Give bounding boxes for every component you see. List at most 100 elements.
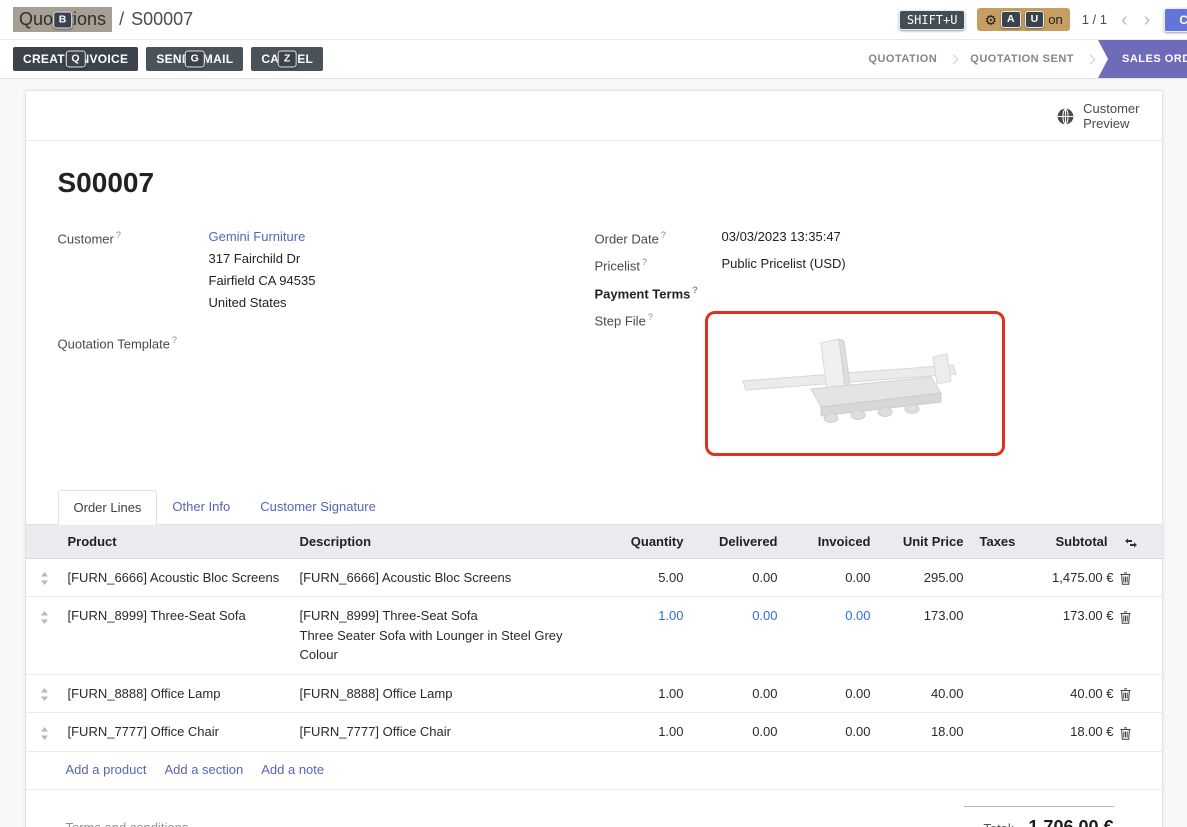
cell-unit-price[interactable]: 18.00 <box>879 713 972 752</box>
cell-description[interactable]: [FURN_6666] Acoustic Bloc Screens <box>292 558 592 597</box>
help-icon: ? <box>116 230 121 240</box>
cell-taxes[interactable] <box>972 674 1016 713</box>
customer-address: 317 Fairchild Dr Fairfield CA 94535 Unit… <box>209 251 593 310</box>
quotation-template-value[interactable] <box>209 334 593 351</box>
customer-preview-button[interactable]: Customer Preview <box>1057 101 1139 131</box>
order-date-value[interactable]: 03/03/2023 13:35:47 <box>722 229 1130 246</box>
cell-quantity[interactable]: 1.00 <box>592 713 692 752</box>
kbd-hint-q: Q <box>65 50 85 67</box>
column-unit-price: Unit Price <box>879 525 972 559</box>
action-menu-button[interactable]: ⚙ A U on <box>977 8 1069 31</box>
column-quantity: Quantity <box>592 525 692 559</box>
drag-handle[interactable] <box>26 558 60 597</box>
cell-description[interactable]: [FURN_8999] Three-Seat Sofa Three Seater… <box>292 597 592 675</box>
kbd-hint-g: G <box>185 50 205 67</box>
help-icon: ? <box>172 335 177 345</box>
cell-delivered[interactable]: 0.00 <box>692 674 786 713</box>
step-file-preview[interactable] <box>705 311 1005 456</box>
step-file-label: Step File? <box>595 311 722 456</box>
cell-product[interactable]: [FURN_8888] Office Lamp <box>60 674 292 713</box>
payment-terms-label: Payment Terms? <box>595 284 722 301</box>
control-button-bar: CREATE INVOICE Q SEND EMAIL G CANCEL Z Q… <box>0 40 1187 79</box>
help-icon: ? <box>642 257 647 267</box>
cell-quantity[interactable]: 5.00 <box>592 558 692 597</box>
add-product-link[interactable]: Add a product <box>66 762 147 777</box>
sheet-header: Customer Preview <box>26 91 1162 141</box>
cell-delivered[interactable]: 0.00 <box>692 558 786 597</box>
cell-description[interactable]: [FURN_7777] Office Chair <box>292 713 592 752</box>
cell-delivered[interactable]: 0.00 <box>692 597 786 675</box>
column-description: Description <box>292 525 592 559</box>
customer-preview-label: Customer Preview <box>1083 101 1139 131</box>
notebook-tabs: Order Lines Other Info Customer Signatur… <box>26 490 1162 525</box>
create-invoice-button[interactable]: CREATE INVOICE Q <box>13 47 138 71</box>
tab-order-lines[interactable]: Order Lines <box>58 490 158 525</box>
cell-quantity[interactable]: 1.00 <box>592 597 692 675</box>
stage-quotation-sent[interactable]: QUOTATION SENT <box>957 53 1087 65</box>
drag-handle[interactable] <box>26 674 60 713</box>
cell-invoiced[interactable]: 0.00 <box>786 713 879 752</box>
cell-invoiced[interactable]: 0.00 <box>786 597 879 675</box>
top-bar: Quotations B / S00007 SHIFT+U ⚙ A U on 1… <box>0 0 1187 40</box>
cell-taxes[interactable] <box>972 597 1016 675</box>
cancel-button[interactable]: CANCEL Z <box>251 47 323 71</box>
cell-taxes[interactable] <box>972 713 1016 752</box>
drag-handle[interactable] <box>26 713 60 752</box>
tab-customer-signature[interactable]: Customer Signature <box>245 490 391 524</box>
column-product: Product <box>60 525 292 559</box>
breadcrumb: Quotations B / S00007 <box>13 7 193 32</box>
delete-line-button[interactable] <box>1116 713 1164 752</box>
gear-icon: ⚙ <box>984 13 997 27</box>
drag-handle[interactable] <box>26 597 60 675</box>
field-grid: Customer? Gemini Furniture 317 Fairchild… <box>58 229 1130 456</box>
stage-quotation[interactable]: QUOTATION <box>855 53 950 65</box>
add-section-link[interactable]: Add a section <box>164 762 243 777</box>
cell-taxes[interactable] <box>972 558 1016 597</box>
adjust-columns-icon[interactable] <box>1124 538 1138 548</box>
pricelist-value[interactable]: Public Pricelist (USD) <box>722 256 1130 273</box>
status-bar: QUOTATION QUOTATION SENT SALES ORDER <box>855 40 1187 78</box>
order-lines-table: Product Description Quantity Delivered I… <box>26 525 1164 752</box>
breadcrumb-quotations[interactable]: Quotations B <box>13 7 112 32</box>
cell-invoiced[interactable]: 0.00 <box>786 674 879 713</box>
payment-terms-value[interactable] <box>722 284 1130 301</box>
sheet-body: S00007 Customer? Gemini Furniture 317 Fa… <box>26 141 1162 827</box>
cell-delivered[interactable]: 0.00 <box>692 713 786 752</box>
drag-handle-icon <box>40 572 49 585</box>
quotation-template-label: Quotation Template? <box>58 334 209 351</box>
cell-invoiced[interactable]: 0.00 <box>786 558 879 597</box>
cell-unit-price[interactable]: 173.00 <box>879 597 972 675</box>
chevron-right-icon <box>1086 54 1096 64</box>
tab-other-info[interactable]: Other Info <box>157 490 245 524</box>
terms-and-conditions-placeholder[interactable]: Terms and conditions... <box>66 806 200 827</box>
cell-subtotal: 1,475.00 € <box>1016 558 1116 597</box>
column-taxes: Taxes <box>972 525 1016 559</box>
globe-icon <box>1057 108 1074 125</box>
kbd-hint-u: U <box>1025 11 1045 28</box>
delete-line-button[interactable] <box>1116 597 1164 675</box>
cell-unit-price[interactable]: 295.00 <box>879 558 972 597</box>
action-menu-label: on <box>1048 12 1062 27</box>
field-group-right: Order Date? 03/03/2023 13:35:47 Pricelis… <box>595 229 1130 456</box>
pager-previous-button[interactable]: ‹ <box>1119 10 1130 30</box>
delete-line-button[interactable] <box>1116 674 1164 713</box>
cell-product[interactable]: [FURN_7777] Office Chair <box>60 713 292 752</box>
stage-sales-order-active[interactable]: SALES ORDER <box>1098 40 1187 78</box>
order-title: S00007 <box>58 141 1130 199</box>
cell-unit-price[interactable]: 40.00 <box>879 674 972 713</box>
breadcrumb-separator: / <box>119 9 124 30</box>
pager-next-button[interactable]: › <box>1142 10 1153 30</box>
help-icon: ? <box>648 312 653 322</box>
delete-line-button[interactable] <box>1116 558 1164 597</box>
cell-quantity[interactable]: 1.00 <box>592 674 692 713</box>
order-line-row: [FURN_7777] Office Chair [FURN_7777] Off… <box>26 713 1164 752</box>
add-note-link[interactable]: Add a note <box>261 762 324 777</box>
cell-product[interactable]: [FURN_8999] Three-Seat Sofa <box>60 597 292 675</box>
breadcrumb-current: S00007 <box>131 9 193 30</box>
cell-description[interactable]: [FURN_8888] Office Lamp <box>292 674 592 713</box>
help-icon: ? <box>661 230 666 240</box>
customer-link[interactable]: Gemini Furniture <box>209 229 306 244</box>
cell-product[interactable]: [FURN_6666] Acoustic Bloc Screens <box>60 558 292 597</box>
send-email-button[interactable]: SEND EMAIL G <box>146 47 243 71</box>
kbd-hint-c[interactable]: C <box>1164 8 1187 32</box>
